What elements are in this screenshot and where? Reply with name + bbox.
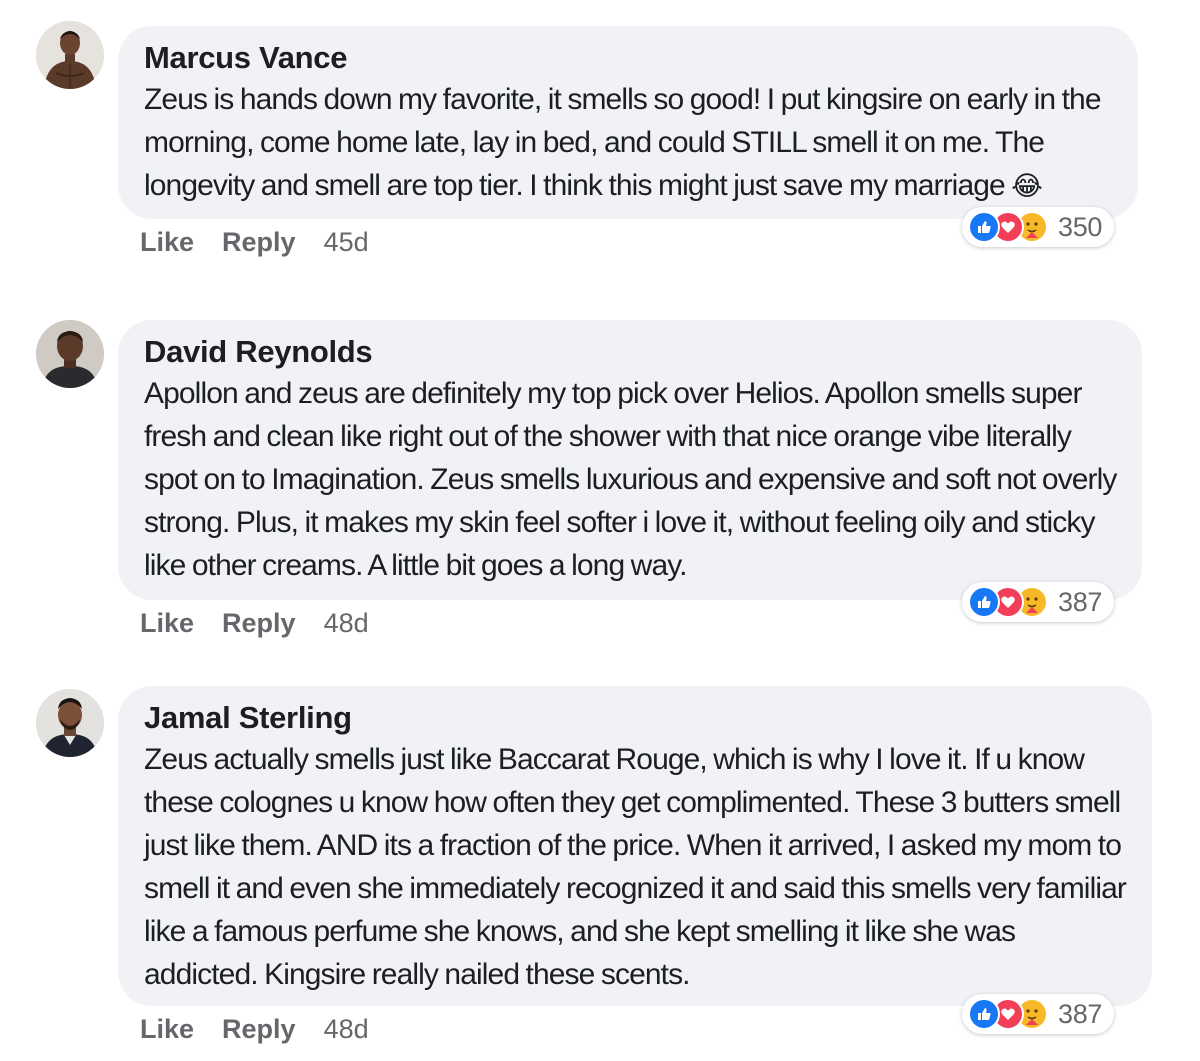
- reply-button[interactable]: Reply: [222, 1014, 296, 1045]
- avatar[interactable]: [36, 21, 104, 89]
- reply-button[interactable]: Reply: [222, 227, 296, 258]
- reaction-summary[interactable]: 387: [962, 994, 1115, 1034]
- like-reaction-icon: [968, 586, 1000, 618]
- comment-timestamp[interactable]: 45d: [324, 227, 369, 258]
- comment-bubble: Jamal Sterling Zeus actually smells just…: [118, 686, 1152, 1006]
- reaction-count: 350: [1058, 211, 1103, 242]
- comment-bubble: Marcus Vance Zeus is hands down my favor…: [118, 26, 1138, 219]
- comment-author[interactable]: Jamal Sterling: [144, 700, 1128, 736]
- comment-actions: Like Reply 48d: [140, 1014, 369, 1045]
- avatar[interactable]: [36, 320, 104, 388]
- reaction-summary[interactable]: 387: [962, 582, 1115, 622]
- avatar[interactable]: [36, 689, 104, 757]
- like-button[interactable]: Like: [140, 1014, 194, 1045]
- avatar-photo: [36, 21, 104, 89]
- comment-author[interactable]: David Reynolds: [144, 334, 1118, 370]
- reply-button[interactable]: Reply: [222, 608, 296, 639]
- comment-text: Zeus actually smells just like Baccarat …: [144, 743, 1127, 991]
- like-reaction-icon: [968, 998, 1000, 1030]
- like-reaction-icon: [968, 211, 1000, 243]
- like-button[interactable]: Like: [140, 227, 194, 258]
- comment-text: Apollon and zeus are definitely my top p…: [144, 377, 1117, 582]
- avatar-photo: [36, 320, 104, 388]
- reaction-summary[interactable]: 350: [962, 207, 1115, 247]
- comment-timestamp[interactable]: 48d: [324, 1014, 369, 1045]
- laughing-emoji-icon: 😂: [1011, 171, 1043, 201]
- avatar-photo: [36, 689, 104, 757]
- comment-timestamp[interactable]: 48d: [324, 608, 369, 639]
- reaction-count: 387: [1058, 998, 1103, 1029]
- comment-actions: Like Reply 48d: [140, 608, 369, 639]
- comment-bubble: David Reynolds Apollon and zeus are defi…: [118, 320, 1142, 600]
- comment-actions: Like Reply 45d: [140, 227, 369, 258]
- reaction-count: 387: [1058, 586, 1103, 617]
- comment-author[interactable]: Marcus Vance: [144, 40, 1114, 76]
- comment-text-content: Zeus is hands down my favorite, it smell…: [144, 83, 1102, 202]
- like-button[interactable]: Like: [140, 608, 194, 639]
- comment-text: Zeus is hands down my favorite, it smell…: [144, 78, 1114, 208]
